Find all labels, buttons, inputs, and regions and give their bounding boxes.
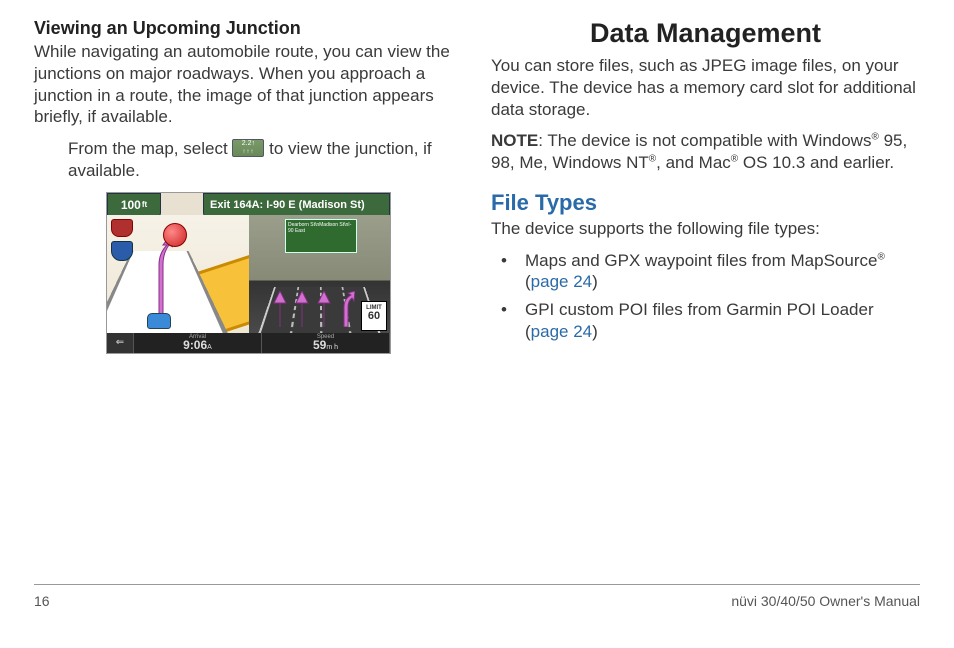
junction-screenshot: 100ft Exit 164A: I-90 E (Madison St) Dea…: [106, 192, 391, 354]
page-footer: 16 nüvi 30/40/50 Owner's Manual: [34, 584, 920, 609]
file-types-intro: The device supports the following file t…: [491, 218, 920, 240]
left-column: Viewing an Upcoming Junction While navig…: [34, 18, 463, 584]
junction-sign-icon: [232, 139, 264, 157]
ss-route-arrow-icon: [145, 235, 173, 315]
right-column: Data Management You can store files, suc…: [491, 18, 920, 584]
ss-highway-shield-icon: [111, 219, 133, 237]
note-text: : The device is not compatible with Wind…: [538, 131, 871, 150]
ss-lane-arrow-icon: [315, 291, 333, 327]
ss-overhead-sign: Dearborn St\nMadison St\nI-90 East: [285, 219, 357, 253]
note-text: , and Mac: [656, 153, 731, 172]
ss-interstate-shield-icon: [111, 241, 133, 261]
ss-vehicle-icon: [147, 313, 171, 329]
ss-map-panel: [107, 215, 249, 333]
page-link[interactable]: page 24: [531, 322, 592, 341]
ss-distance-badge: 100ft: [107, 193, 161, 217]
list-item: Maps and GPX waypoint files from MapSour…: [491, 250, 920, 294]
instr-text-a: From the map, select: [68, 139, 232, 158]
compatibility-note: NOTE: The device is not compatible with …: [491, 130, 920, 174]
section-heading-junction: Viewing an Upcoming Junction: [34, 18, 463, 39]
manual-title: nüvi 30/40/50 Owner's Manual: [731, 593, 920, 609]
ss-lane-arrow-icon: [293, 291, 311, 327]
ss-back-icon: ⇐: [107, 333, 134, 353]
note-label: NOTE: [491, 131, 538, 150]
page-number: 16: [34, 593, 50, 609]
ss-speed-limit-sign: LIMIT 60: [361, 301, 387, 331]
file-types-list: Maps and GPX waypoint files from MapSour…: [491, 250, 920, 343]
ss-arrival-field: Arrival 9:06A: [134, 333, 262, 353]
ss-destination-pin-icon: [163, 223, 187, 247]
page-link[interactable]: page 24: [531, 272, 592, 291]
chapter-heading-data-management: Data Management: [491, 18, 920, 49]
bullet-text: Maps and GPX waypoint files from MapSour…: [525, 251, 877, 270]
ss-junction-panel: Dearborn St\nMadison St\nI-90 East LIMIT…: [249, 215, 390, 333]
data-mgmt-paragraph: You can store files, such as JPEG image …: [491, 55, 920, 120]
list-item: GPI custom POI files from Garmin POI Loa…: [491, 299, 920, 343]
registered-mark: ®: [877, 251, 884, 262]
bullet-text: ): [592, 322, 598, 341]
junction-instruction: From the map, select to view the junctio…: [34, 138, 463, 182]
bullet-text: ): [592, 272, 598, 291]
ss-exit-label: Exit 164A: I-90 E (Madison St): [203, 193, 390, 217]
registered-mark: ®: [871, 132, 878, 143]
ss-bottom-bar: ⇐ Arrival 9:06A Speed 59m h: [107, 333, 390, 353]
ss-speed-field: Speed 59m h: [262, 333, 390, 353]
page-body: Viewing an Upcoming Junction While navig…: [0, 0, 954, 584]
sub-heading-file-types: File Types: [491, 190, 920, 216]
junction-paragraph: While navigating an automobile route, yo…: [34, 41, 463, 128]
ss-lane-arrow-icon: [271, 291, 289, 327]
note-text: OS 10.3 and earlier.: [738, 153, 894, 172]
ss-lane-arrow-icon: [337, 291, 355, 327]
